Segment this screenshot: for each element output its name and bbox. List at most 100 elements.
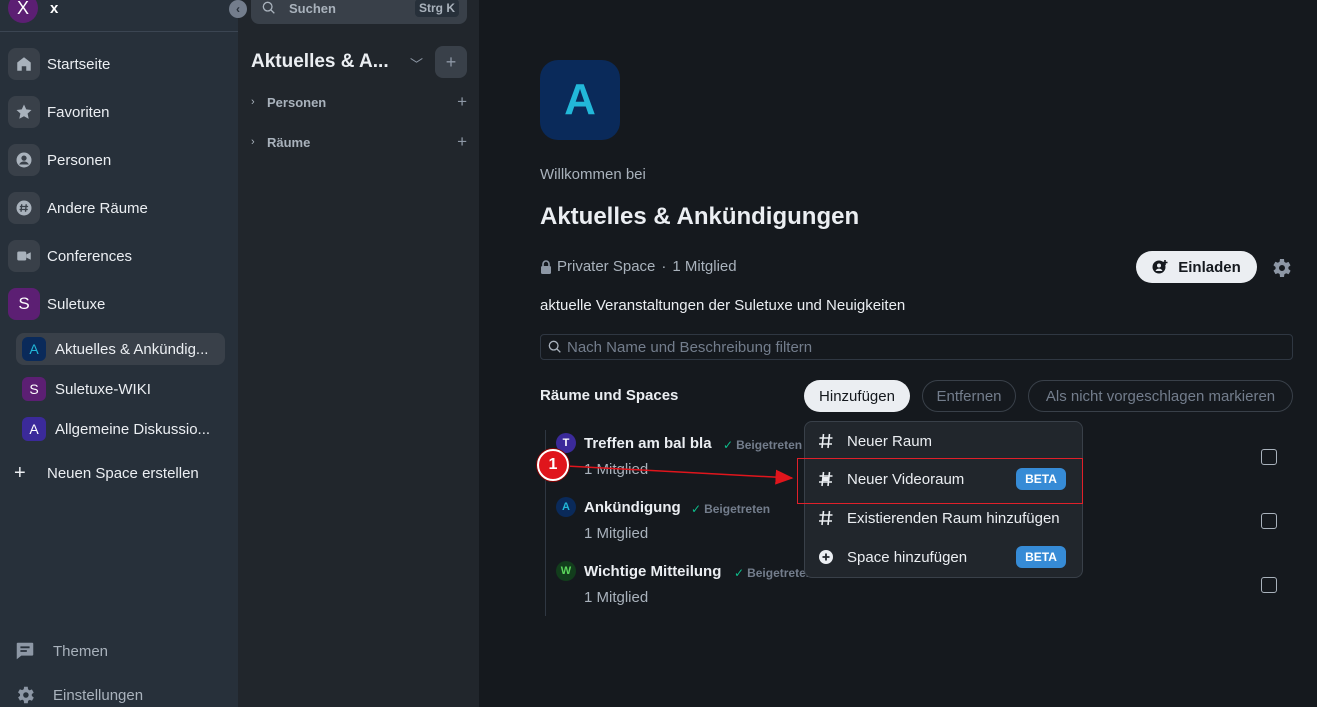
section-people[interactable]: › Personen + <box>251 92 467 112</box>
space-item-label: Startseite <box>47 55 111 73</box>
lock-icon <box>541 259 551 274</box>
room-list-header: Aktuelles & A... ﹀ + <box>251 46 467 78</box>
invite-button[interactable]: Einladen <box>1136 251 1257 283</box>
subspace-avatar: A <box>22 337 46 361</box>
room-select-checkbox[interactable] <box>1261 513 1277 529</box>
chevron-left-icon: ‹ <box>236 2 240 16</box>
invite-user-icon <box>1152 260 1168 274</box>
subspace-avatar: S <box>22 377 46 401</box>
invite-label: Einladen <box>1178 258 1241 276</box>
gear-icon <box>18 686 34 704</box>
create-space-button[interactable]: + Neuen Space erstellen <box>14 460 199 486</box>
create-space-label: Neuen Space erstellen <box>47 464 199 482</box>
hash-icon <box>819 433 833 449</box>
space-item-people[interactable]: Personen <box>8 144 111 176</box>
room-list-title[interactable]: Aktuelles & A... <box>251 51 389 73</box>
space-item-home[interactable]: Startseite <box>8 48 110 80</box>
space-item-label: Andere Räume <box>47 199 148 217</box>
add-room-section-button[interactable]: + <box>457 132 467 152</box>
menu-item-label: Neuer Raum <box>847 432 933 450</box>
plus-circle-icon <box>819 550 833 564</box>
add-room-button[interactable]: + <box>435 46 467 78</box>
section-rooms[interactable]: › Räume + <box>251 132 467 152</box>
room-name: Treffen am bal bla <box>584 435 712 452</box>
meta-separator: · <box>661 258 667 275</box>
settings-label: Einstellungen <box>53 686 144 704</box>
home-icon <box>8 48 40 80</box>
search-icon <box>262 1 275 14</box>
threads-label: Themen <box>53 642 109 660</box>
room-avatar: W <box>556 561 576 581</box>
room-name: Wichtige Mitteilung <box>584 563 722 580</box>
space-item-conferences[interactable]: Conferences <box>8 240 132 272</box>
subspace-item-aktuelles[interactable]: A Aktuelles & Ankündig... <box>16 333 225 365</box>
rooms-heading: Räume und Spaces <box>540 387 679 404</box>
user-menu[interactable]: X x <box>8 0 59 23</box>
beta-badge: BETA <box>1016 546 1066 568</box>
space-meta: Privater Space · 1 Mitglied <box>540 258 737 275</box>
search-placeholder: Suchen <box>289 0 336 16</box>
user-name: x <box>50 0 59 17</box>
section-label: Räume <box>267 134 311 150</box>
filter-input[interactable] <box>567 338 1267 356</box>
menu-item-new-room[interactable]: Neuer Raum <box>818 429 1073 453</box>
star-icon <box>8 96 40 128</box>
person-icon <box>8 144 40 176</box>
menu-item-add-existing-room[interactable]: Existierenden Raum hinzufügen <box>818 506 1073 530</box>
welcome-text: Willkommen bei <box>540 166 646 183</box>
annotation-highlight-box <box>797 458 1083 504</box>
hash-icon <box>8 192 40 224</box>
space-panel: X x Startseite Favoriten Personen Andere… <box>0 0 238 707</box>
remove-button[interactable]: Entfernen <box>922 380 1016 412</box>
subspace-item-wiki[interactable]: S Suletuxe-WIKI <box>16 373 225 405</box>
threads-button[interactable]: Themen <box>14 639 108 663</box>
joined-label: Beigetreten <box>736 438 803 452</box>
menu-item-label: Existierenden Raum hinzufügen <box>847 509 1060 527</box>
plus-icon: + <box>14 461 26 484</box>
joined-label: Beigetreten <box>704 502 771 516</box>
user-avatar[interactable]: X <box>8 0 38 23</box>
space-item-label: Favoriten <box>47 103 110 121</box>
room-avatar: A <box>556 497 576 517</box>
chevron-down-icon[interactable]: ﹀ <box>410 54 423 73</box>
space-item-suletuxe[interactable]: S Suletuxe <box>8 288 105 320</box>
subspace-avatar: A <box>22 417 46 441</box>
search-shortcut: Strg K <box>415 0 459 17</box>
chevron-right-icon: › <box>251 136 255 148</box>
subspace-label: Aktuelles & Ankündig... <box>55 340 209 358</box>
room-members: 1 Mitglied <box>584 589 649 606</box>
panel-divider <box>0 31 238 32</box>
chat-icon <box>16 642 34 660</box>
search-icon <box>548 340 561 353</box>
settings-button[interactable]: Einstellungen <box>14 683 143 707</box>
member-count-link[interactable]: 1 Mitglied <box>672 258 736 275</box>
joined-badge: ✓ Beigetreten <box>723 438 802 452</box>
video-icon <box>8 240 40 272</box>
space-avatar-large: A <box>540 60 620 140</box>
space-description: aktuelle Veranstaltungen der Suletuxe un… <box>540 297 906 314</box>
space-settings-gear-icon[interactable] <box>1269 256 1293 280</box>
filter-field[interactable] <box>540 334 1293 360</box>
room-select-checkbox[interactable] <box>1261 449 1277 465</box>
space-avatar: S <box>8 288 40 320</box>
add-person-button[interactable]: + <box>457 92 467 112</box>
privacy-label: Privater Space <box>557 258 656 275</box>
joined-badge: ✓ Beigetreten <box>691 502 770 516</box>
annotation-callout: 1 <box>537 449 569 481</box>
hash-icon <box>819 510 833 526</box>
add-button[interactable]: Hinzufügen <box>804 380 910 412</box>
check-icon: ✓ <box>723 438 734 452</box>
chevron-right-icon: › <box>251 96 255 108</box>
space-item-favourites[interactable]: Favoriten <box>8 96 110 128</box>
subspace-item-allgemeine[interactable]: A Allgemeine Diskussio... <box>16 413 225 445</box>
joined-badge: ✓ Beigetreten <box>734 566 813 580</box>
subspace-label: Allgemeine Diskussio... <box>55 420 211 438</box>
space-item-label: Suletuxe <box>47 295 106 313</box>
menu-item-label: Space hinzufügen <box>847 548 968 566</box>
collapse-sidebar-button[interactable]: ‹ <box>229 0 247 18</box>
space-item-other-rooms[interactable]: Andere Räume <box>8 192 148 224</box>
room-select-checkbox[interactable] <box>1261 577 1277 593</box>
mark-not-suggested-button[interactable]: Als nicht vorgeschlagen markieren <box>1028 380 1293 412</box>
search-button[interactable]: Suchen Strg K <box>251 0 467 24</box>
menu-item-add-space[interactable]: Space hinzufügen BETA <box>818 545 1073 569</box>
